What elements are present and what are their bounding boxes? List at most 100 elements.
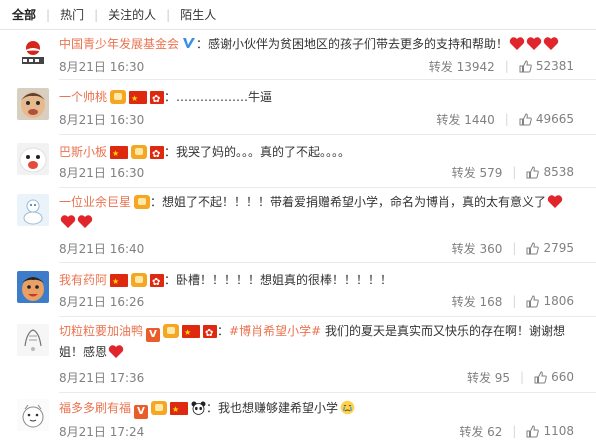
tab-all[interactable]: 全部 xyxy=(12,6,36,23)
china-flag-icon xyxy=(110,272,129,292)
like-button[interactable]: 1806 xyxy=(526,294,574,308)
comment-text: ：卧槽！！！！！想姐真的很棒！！！！！ xyxy=(164,273,393,287)
v-rank-badge-icon: V xyxy=(134,405,149,419)
china-flag-icon xyxy=(110,144,129,164)
action-divider: | xyxy=(512,165,517,179)
like-button[interactable]: 660 xyxy=(534,370,574,384)
comment-text: ：感谢小伙伴为贫困地区的孩子们带去更多的支持和帮助！ xyxy=(196,37,509,51)
hk-flag-icon xyxy=(150,273,165,293)
like-count: 8538 xyxy=(543,165,574,179)
repost-button[interactable]: 转发 579 xyxy=(452,164,503,181)
avatar[interactable] xyxy=(17,88,49,120)
hk-flag-icon xyxy=(150,90,165,110)
hk-flag-icon xyxy=(150,145,165,165)
comment-divider xyxy=(59,316,596,317)
china-flag-icon xyxy=(182,323,201,343)
heart-emoji xyxy=(547,195,563,208)
comment-username[interactable]: 切粒粒要加油鸭 xyxy=(59,324,143,338)
comment-username[interactable]: 中国青少年发展基金会 xyxy=(59,37,179,51)
comment-divider xyxy=(59,392,596,393)
thumbs-up-icon xyxy=(526,241,540,254)
thumbs-up-icon xyxy=(534,370,547,383)
action-divider: | xyxy=(512,241,517,255)
repost-button[interactable]: 转发 1440 xyxy=(436,111,494,128)
avatar[interactable] xyxy=(17,194,49,226)
tab-divider: | xyxy=(166,7,171,22)
comment-date: 8月21日 17:36 xyxy=(59,370,145,385)
comment-filter-tabs: 全部 | 热门 | 关注的人 | 陌生人 xyxy=(0,0,596,30)
comment-text: ：想姐了不起！！！！带着爱捐赠希望小学，命名为博肖，真的太有意义了 xyxy=(150,195,547,209)
like-count: 52381 xyxy=(535,59,574,73)
thumbs-up-icon xyxy=(526,294,540,307)
comment-date: 8月21日 16:30 xyxy=(59,165,145,180)
action-divider: | xyxy=(520,370,525,384)
avatar[interactable] xyxy=(17,36,49,68)
comment-username[interactable]: 福多多刷有福 xyxy=(59,401,131,415)
china-flag-icon xyxy=(129,89,148,109)
comment-text: ：我也想赚够建希望小学 xyxy=(206,401,339,415)
hk-flag-icon xyxy=(203,324,218,344)
like-count: 2795 xyxy=(543,241,574,255)
comment-date: 8月21日 16:30 xyxy=(59,112,145,127)
avatar[interactable] xyxy=(17,271,49,303)
comment-username[interactable]: 我有药阿 xyxy=(59,273,107,287)
repost-button[interactable]: 转发 360 xyxy=(452,240,503,257)
repost-button[interactable]: 转发 168 xyxy=(452,293,503,310)
like-button[interactable]: 1108 xyxy=(526,424,574,438)
tab-divider: | xyxy=(46,7,51,22)
thumbs-up-icon xyxy=(526,424,540,437)
tab-hot[interactable]: 热门 xyxy=(60,6,84,23)
vip-badge-icon xyxy=(131,273,148,287)
tab-following[interactable]: 关注的人 xyxy=(108,6,156,23)
comment-divider xyxy=(59,79,596,80)
avatar[interactable] xyxy=(17,324,49,356)
thumbs-up-icon xyxy=(526,165,540,178)
like-button[interactable]: 52381 xyxy=(519,59,574,73)
like-button[interactable]: 2795 xyxy=(526,241,574,255)
action-divider: | xyxy=(512,294,517,308)
like-count: 49665 xyxy=(535,112,574,126)
avatar[interactable] xyxy=(17,399,49,431)
comment-date: 8月21日 16:30 xyxy=(59,59,145,74)
comment-date: 8月21日 16:26 xyxy=(59,294,145,309)
vip-badge-icon xyxy=(151,401,168,415)
heart-emoji xyxy=(526,37,542,50)
topic-link[interactable]: #博肖希望小学# xyxy=(229,324,321,338)
vip-badge-icon xyxy=(110,90,127,104)
comment-divider xyxy=(59,134,596,135)
comment-username[interactable]: 一位业余巨星 xyxy=(59,195,131,209)
china-flag-icon xyxy=(170,400,189,420)
like-count: 1108 xyxy=(543,424,574,438)
comment-text: ：………………牛逼 xyxy=(164,90,273,104)
comment-username[interactable]: 巴斯小板 xyxy=(59,145,107,159)
like-button[interactable]: 49665 xyxy=(519,112,574,126)
avatar[interactable] xyxy=(17,143,49,175)
action-divider: | xyxy=(512,424,517,438)
tab-divider: | xyxy=(94,7,99,22)
thumbs-up-icon xyxy=(519,59,532,72)
action-divider: | xyxy=(504,59,509,73)
comment-username[interactable]: 一个帅桃 xyxy=(59,90,107,104)
comment-divider xyxy=(59,262,596,263)
repost-button[interactable]: 转发 95 xyxy=(467,369,510,386)
vip-badge-icon xyxy=(163,324,180,338)
tab-strangers[interactable]: 陌生人 xyxy=(180,6,216,23)
heart-emoji xyxy=(77,215,93,228)
v-rank-badge-icon: V xyxy=(146,328,161,342)
heart-emoji xyxy=(60,215,76,228)
repost-button[interactable]: 转发 13942 xyxy=(429,58,495,75)
action-divider: | xyxy=(504,112,509,126)
heart-emoji xyxy=(509,37,525,50)
repost-button[interactable]: 转发 62 xyxy=(459,423,502,440)
thumbs-up-icon xyxy=(519,112,532,125)
heart-emoji xyxy=(543,37,559,50)
heart-emoji xyxy=(108,345,124,358)
like-count: 660 xyxy=(551,370,574,384)
vip-badge-icon xyxy=(131,145,148,159)
verified-icon xyxy=(183,38,196,48)
vip-badge-icon xyxy=(134,195,151,209)
like-count: 1806 xyxy=(543,294,574,308)
comment-divider xyxy=(59,187,596,188)
like-button[interactable]: 8538 xyxy=(526,165,574,179)
crying-emoji xyxy=(340,400,355,415)
